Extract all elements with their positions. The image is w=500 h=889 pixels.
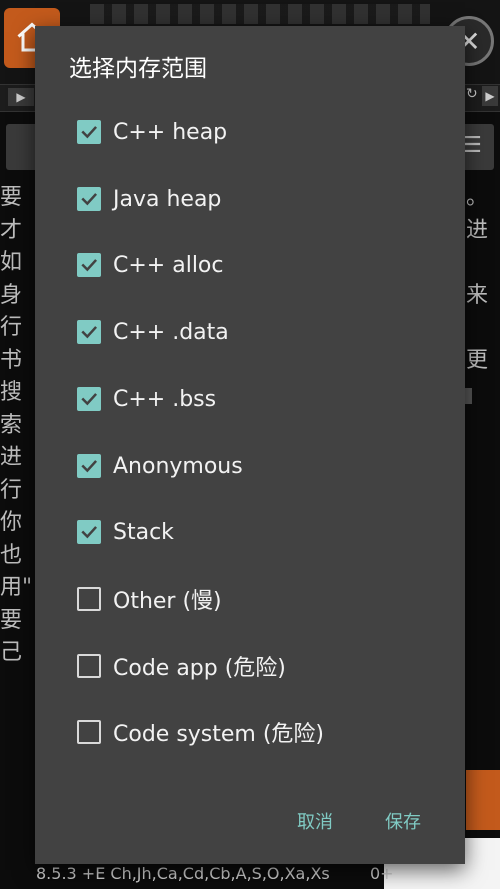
background-text-line: 进 — [466, 217, 489, 243]
cancel-button[interactable]: 取消 — [293, 806, 337, 840]
option-label: Code app (危险) — [113, 656, 286, 681]
save-button[interactable]: 保存 — [381, 806, 425, 840]
checkbox[interactable] — [77, 120, 101, 144]
checkbox[interactable] — [77, 454, 101, 478]
status-line-right: 0+ — [370, 864, 394, 883]
check-icon — [81, 393, 98, 406]
checkbox[interactable] — [77, 320, 101, 344]
option-label: C++ .data — [113, 319, 229, 345]
background-text-line: 更 — [466, 347, 489, 373]
option-code-app[interactable]: Code app (危险) — [77, 646, 457, 686]
option-label: C++ .bss — [113, 386, 217, 412]
option-other[interactable]: Other (慢) — [77, 579, 457, 619]
background-text-line: 要己 — [0, 607, 23, 666]
background-text-line: 要才 — [0, 185, 23, 243]
check-icon — [81, 193, 98, 206]
background-text-line: 来 — [466, 282, 489, 308]
check-icon — [81, 460, 98, 473]
app-banner — [90, 4, 430, 24]
option-cpp-alloc[interactable]: C++ alloc — [77, 245, 457, 285]
check-icon — [81, 259, 98, 272]
checkbox[interactable] — [77, 253, 101, 277]
option-code-system[interactable]: Code system (危险) — [77, 712, 457, 752]
option-label: Other (慢) — [113, 589, 222, 614]
background-text-line: 。 — [466, 185, 489, 210]
option-anonymous[interactable]: Anonymous — [77, 446, 457, 486]
background-text-line: 用" — [0, 575, 33, 600]
background-text-line: 如身 — [0, 250, 23, 308]
play-icon: ▶ — [16, 90, 26, 104]
background-text-line: 你也 — [0, 510, 23, 568]
memory-range-dialog: 选择内存范围 C++ heap Java heap C++ alloc C++ … — [35, 26, 465, 864]
checkbox[interactable] — [77, 187, 101, 211]
background-text-line: 行书 — [0, 315, 23, 373]
option-label: Java heap — [113, 186, 222, 212]
check-icon — [81, 526, 98, 539]
option-cpp-bss[interactable]: C++ .bss — [77, 379, 457, 419]
background-text-left: 要才如身行书搜索进行你也用" 要己 — [0, 182, 40, 670]
background-text-line: 进行 — [0, 445, 23, 503]
status-line: 8.5.3 +E Ch,Jh,Ca,Cd,Cb,A,S,O,Xa,Xs — [36, 864, 330, 883]
option-label: Stack — [113, 519, 174, 545]
dialog-title: 选择内存范围 — [69, 56, 207, 82]
checkbox[interactable] — [77, 387, 101, 411]
chevron-right-icon[interactable]: ▶ — [482, 86, 498, 106]
background-text-right: 。进 来 更 — [466, 182, 500, 410]
floating-button[interactable] — [466, 770, 500, 830]
option-label: C++ alloc — [113, 252, 224, 278]
background-text-line: 搜索 — [0, 380, 23, 438]
checkbox[interactable] — [77, 654, 101, 678]
checkbox[interactable] — [77, 720, 101, 744]
option-cpp-heap[interactable]: C++ heap — [77, 112, 457, 152]
checkbox[interactable] — [77, 587, 101, 611]
option-cpp-data[interactable]: C++ .data — [77, 312, 457, 352]
option-label: Anonymous — [113, 453, 243, 479]
background-text-line — [466, 312, 500, 345]
check-icon — [81, 126, 98, 139]
option-label: Code system (危险) — [113, 722, 325, 747]
option-label: C++ heap — [113, 119, 228, 145]
option-java-heap[interactable]: Java heap — [77, 179, 457, 219]
checkbox[interactable] — [77, 520, 101, 544]
check-icon — [81, 326, 98, 339]
option-stack[interactable]: Stack — [77, 512, 457, 552]
screen: ✕ ▶ ↻ ▶ ☰ 要才 如身 行书 搜索 进行 你也 用" 要己 。进 来 更 8.5.3 … — [0, 0, 500, 889]
background-text-line — [466, 247, 500, 280]
play-button[interactable]: ▶ — [8, 88, 34, 106]
